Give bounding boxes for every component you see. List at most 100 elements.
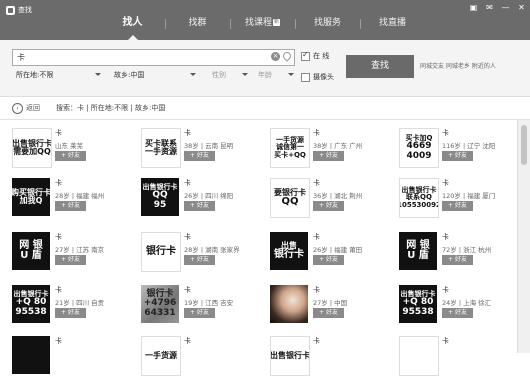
avatar[interactable]: 出售银行卡: [270, 232, 308, 270]
nickname[interactable]: 卡: [313, 336, 320, 346]
avatar[interactable]: 出售银行卡 +Q 80 95538: [12, 285, 50, 323]
add-friend-button[interactable]: + 好友: [184, 308, 215, 318]
result-card[interactable]: 出售银行卡 联系QQ 105530092 卡 120岁 | 福建 厦门 + 好友: [399, 178, 525, 230]
nickname[interactable]: 卡: [313, 178, 320, 188]
avatar[interactable]: 银行卡: [141, 232, 181, 272]
scrollbar[interactable]: [517, 120, 530, 353]
avatar[interactable]: 网 银U 盾: [12, 232, 50, 270]
result-card[interactable]: 网 银U 盾卡 72岁 | 浙江 杭州 + 好友: [399, 232, 525, 284]
avatar[interactable]: 购买银行卡 加我Q: [12, 178, 50, 216]
nickname[interactable]: 卡: [55, 232, 62, 242]
avatar[interactable]: 出售银行卡: [270, 336, 310, 376]
nickname[interactable]: 卡: [442, 128, 449, 138]
add-friend-button[interactable]: + 好友: [55, 308, 86, 318]
age-select[interactable]: 年龄: [258, 69, 294, 81]
add-friend-button[interactable]: + 好友: [184, 201, 215, 211]
result-card[interactable]: 出售 银行卡卡 26岁 | 福建 莆田 + 好友: [270, 232, 396, 284]
add-friend-button[interactable]: + 好友: [313, 201, 344, 211]
avatar[interactable]: [12, 336, 50, 374]
tab-find-people[interactable]: 找人: [100, 14, 165, 40]
avatar[interactable]: 出售银行卡 联系QQ 105530092: [399, 178, 439, 218]
add-friend-button[interactable]: + 好友: [313, 151, 344, 161]
add-friend-button[interactable]: + 好友: [184, 255, 215, 265]
add-friend-button[interactable]: + 好友: [55, 201, 86, 211]
nickname[interactable]: 卡: [55, 178, 62, 188]
add-friend-button[interactable]: + 好友: [184, 151, 215, 161]
nickname[interactable]: 卡: [184, 178, 191, 188]
avatar[interactable]: 出售银行卡 需要加QQ: [12, 128, 52, 168]
avatar[interactable]: 一手货源: [141, 336, 181, 376]
result-card[interactable]: 出售银行卡卡: [270, 336, 396, 388]
result-card[interactable]: 买卡联系 一手资源卡 38岁 | 云南 昆明 + 好友: [141, 128, 267, 180]
close-icon[interactable]: ✕: [517, 3, 526, 13]
result-card[interactable]: 网 银U 盾卡 27岁 | 江苏 南京 + 好友: [12, 232, 138, 284]
nickname[interactable]: 卡: [184, 128, 191, 138]
nickname[interactable]: 卡: [184, 232, 191, 242]
result-card[interactable]: 出售银行卡 需要加QQ 卡山东 莱芜 + 好友: [12, 128, 138, 180]
online-checkbox[interactable]: 在 线: [301, 50, 329, 61]
search-input[interactable]: 卡 ×: [12, 49, 295, 66]
location-pin-icon[interactable]: [281, 50, 293, 62]
nickname[interactable]: 卡: [313, 128, 320, 138]
result-card[interactable]: 出售银行卡 QQ 95 卡 26岁 | 四川 绵阳 + 好友: [141, 178, 267, 230]
message-icon[interactable]: ✉: [485, 3, 494, 13]
add-friend-button[interactable]: + 好友: [313, 308, 344, 318]
add-friend-button[interactable]: + 好友: [442, 151, 473, 161]
tab-find-courses[interactable]: 找课程新: [230, 14, 295, 40]
result-card[interactable]: 买卡加Q 4669 4009 卡 116岁 | 辽宁 沈阳 + 好友: [399, 128, 525, 180]
add-friend-button[interactable]: + 好友: [442, 255, 473, 265]
nickname[interactable]: 卡: [442, 336, 449, 346]
find-button[interactable]: 查找: [346, 55, 414, 78]
nickname[interactable]: 卡: [442, 178, 449, 188]
result-card[interactable]: 出售银行卡 +Q 80 95538 卡 24岁 | 上海 徐汇 + 好友: [399, 285, 525, 337]
nickname[interactable]: 卡: [184, 336, 191, 346]
clear-icon[interactable]: ×: [271, 52, 280, 61]
back-button[interactable]: 返回: [26, 103, 40, 113]
hometown-select[interactable]: 故乡:中国: [114, 69, 196, 81]
skin-icon[interactable]: ▣: [469, 3, 478, 13]
tab-find-live[interactable]: 找直播: [360, 14, 425, 40]
quick-links[interactable]: 同城交友 同城老乡 附近的人: [420, 61, 496, 70]
add-friend-button[interactable]: + 好友: [442, 201, 473, 211]
avatar[interactable]: 买卡加Q 4669 4009: [399, 128, 439, 168]
result-card[interactable]: 银行卡卡 28岁 | 湖南 张家界 + 好友: [141, 232, 267, 284]
avatar[interactable]: 银行卡 +4796 64331: [141, 285, 179, 323]
minimize-icon[interactable]: —: [501, 3, 510, 13]
result-card[interactable]: 要银行卡 QQ 卡 36岁 | 湖北 荆州 + 好友: [270, 178, 396, 230]
avatar[interactable]: [270, 285, 308, 323]
nickname[interactable]: 卡: [184, 285, 191, 295]
webcam-checkbox[interactable]: 摄像头: [301, 72, 334, 82]
scrollbar-thumb[interactable]: [521, 125, 527, 165]
nickname[interactable]: 卡: [55, 128, 62, 138]
result-card[interactable]: 卡: [399, 336, 525, 388]
avatar[interactable]: 出售银行卡 +Q 80 95538: [399, 285, 437, 323]
add-friend-button[interactable]: + 好友: [442, 308, 473, 318]
nickname[interactable]: 卡: [55, 285, 62, 295]
avatar[interactable]: 出售银行卡 QQ 95: [141, 178, 179, 216]
result-card[interactable]: 一手货源 诚信第一 买卡+QQ 卡 38岁 | 广东 广州 + 好友: [270, 128, 396, 180]
result-card[interactable]: 卡: [12, 336, 138, 388]
tab-find-groups[interactable]: 找群: [165, 14, 230, 40]
result-card[interactable]: 一手货源卡: [141, 336, 267, 388]
add-friend-button[interactable]: + 好友: [55, 151, 86, 161]
nickname[interactable]: 卡: [55, 336, 62, 346]
back-arrow-icon[interactable]: ‹: [12, 103, 23, 114]
avatar[interactable]: 买卡联系 一手资源: [141, 128, 181, 168]
gender-select[interactable]: 性别: [212, 69, 248, 81]
avatar[interactable]: 一手货源 诚信第一 买卡+QQ: [270, 128, 310, 168]
nickname[interactable]: 卡: [313, 232, 320, 242]
add-friend-button[interactable]: + 好友: [55, 255, 86, 265]
result-card[interactable]: 卡 27岁 | 中国 + 好友: [270, 285, 396, 337]
nickname[interactable]: 卡: [313, 285, 320, 295]
result-card[interactable]: 银行卡 +4796 64331 卡 19岁 | 江西 吉安 + 好友: [141, 285, 267, 337]
location-select[interactable]: 所在地:不限: [16, 69, 101, 81]
add-friend-button[interactable]: + 好友: [313, 255, 344, 265]
result-card[interactable]: 购买银行卡 加我Q 卡 28岁 | 福建 福州 + 好友: [12, 178, 138, 230]
nickname[interactable]: 卡: [442, 232, 449, 242]
result-card[interactable]: 出售银行卡 +Q 80 95538 卡 21岁 | 四川 自贡 + 好友: [12, 285, 138, 337]
avatar[interactable]: 网 银U 盾: [399, 232, 437, 270]
avatar[interactable]: 要银行卡 QQ: [270, 178, 310, 218]
tab-find-services[interactable]: 找服务: [295, 14, 360, 40]
nickname[interactable]: 卡: [442, 285, 449, 295]
avatar[interactable]: [399, 336, 439, 376]
